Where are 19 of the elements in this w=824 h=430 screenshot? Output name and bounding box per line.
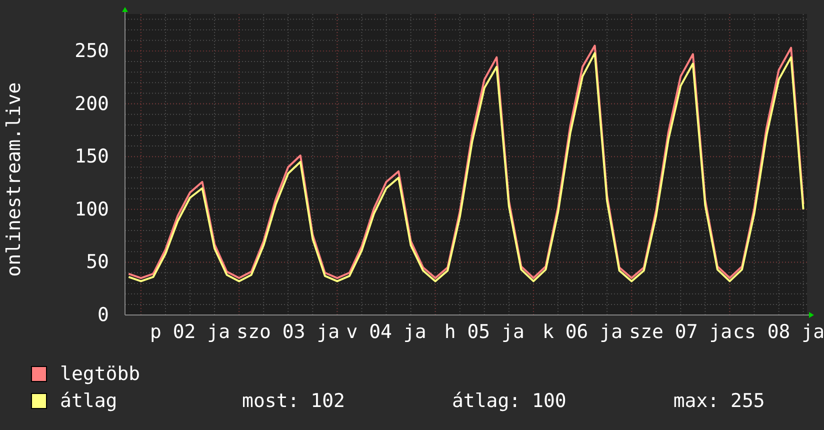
y-axis-title: onlinestream.live — [3, 82, 25, 277]
x-tick-label: h 05 ja — [444, 321, 524, 343]
x-tick-label: p 02 ja — [150, 321, 230, 343]
x-tick-label: cs 08 ja — [733, 321, 824, 343]
y-tick-label: 150 — [74, 146, 109, 168]
stat-value: most: 102 — [242, 390, 345, 412]
x-tick-label: v 04 ja — [346, 321, 426, 343]
x-tick-label: k 06 ja — [542, 321, 623, 343]
y-tick-label: 100 — [74, 198, 109, 220]
x-tick-label: szo 03 ja — [236, 321, 340, 343]
y-tick-label: 50 — [86, 251, 109, 274]
y-tick-label: 250 — [74, 40, 109, 62]
legend-label: átlag — [60, 390, 118, 412]
legend-label: legtöbb — [60, 363, 142, 385]
x-tick-label: sze 07 ja — [629, 321, 732, 343]
y-tick-label: 200 — [74, 92, 109, 115]
stat-value: átlag: 100 — [452, 390, 566, 412]
y-tick-label: 0 — [98, 304, 109, 326]
stat-value: max: 255 — [673, 390, 765, 412]
